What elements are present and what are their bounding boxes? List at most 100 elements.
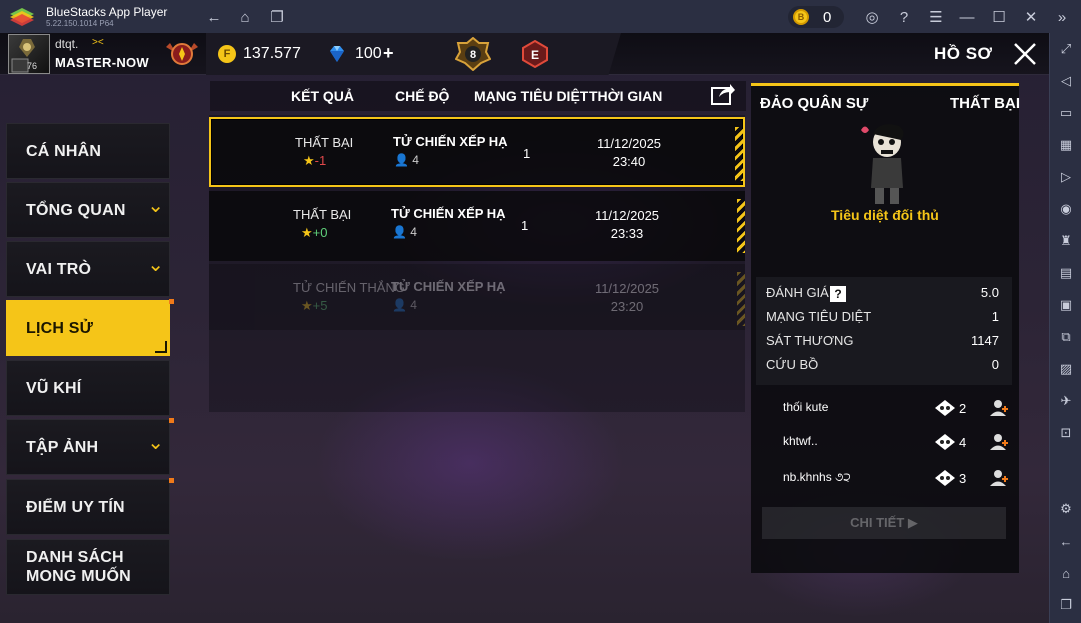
row-result: TỬ CHIẾN THẮNG (293, 280, 405, 295)
stat-value: 5.0 (980, 285, 999, 300)
notification-dot (169, 418, 174, 423)
player-name: dtqt. (55, 37, 79, 51)
minimize-icon[interactable]: — (956, 6, 978, 28)
nav-item-label: ĐIỂM UY TÍN (26, 498, 125, 516)
rating-help-icon[interactable]: ? (830, 286, 846, 302)
apk-install-icon[interactable]: ▤ (1055, 262, 1077, 284)
nav-item[interactable]: TẬP ẢNH ⌄ (6, 418, 174, 475)
close-icon[interactable] (1012, 41, 1038, 67)
active-corner-marker (155, 341, 167, 353)
help-icon[interactable]: ? (893, 6, 915, 28)
row-result: THẤT BẠI (295, 135, 354, 150)
buy-diamond-button[interactable]: + (383, 43, 394, 64)
elite-badge-icon[interactable]: E (522, 40, 548, 68)
collapse-sidebar-icon[interactable]: » (1051, 6, 1073, 28)
record-icon[interactable]: ◉ (1055, 198, 1077, 220)
nav-item-label: TẬP ẢNH (26, 438, 99, 456)
nav-item[interactable]: VŨ KHÍ (6, 360, 170, 416)
diamond-amount: 100 (355, 45, 382, 62)
nav-item-label: TỔNG QUAN (26, 201, 126, 219)
stat-value: 1147 (971, 333, 999, 348)
row-points-value: +5 (312, 298, 328, 313)
table-row[interactable]: THẤT BẠI ★+0 TỬ CHIẾN XẾP HẠ 👤 4 1 11/12/2025… (209, 191, 745, 261)
add-friend-icon[interactable] (989, 398, 1009, 418)
multi-window-icon[interactable]: ❐ (266, 6, 288, 28)
sidebar-back-icon[interactable]: ← (1055, 530, 1077, 552)
diamond-icon (330, 46, 344, 62)
nav-item[interactable]: LỊCH SỬ (6, 299, 174, 356)
row-points: ★-1 (303, 153, 326, 169)
nav-item-label: LỊCH SỬ (26, 319, 94, 337)
squad-member-kills: 4 (959, 435, 967, 450)
row-points: ★+0 (301, 225, 327, 241)
shake-icon[interactable]: ▭ (1055, 102, 1077, 124)
nav-item-label: VŨ KHÍ (26, 379, 82, 397)
squad-member: khtwf.. 4 (751, 425, 1019, 459)
table-row[interactable]: THẤT BẠI ★-1 TỬ CHIẾN XẾP HẠ 👤 4 1 11/12/2025… (209, 117, 745, 187)
nav-item[interactable]: TỔNG QUAN ⌄ (6, 182, 170, 238)
sidebar-home-icon[interactable]: ⌂ (1055, 562, 1077, 584)
chevron-down-icon: ⌄ (147, 254, 164, 276)
fullscreen-icon[interactable]: ⤢ (1055, 38, 1077, 60)
squad-member: thối kute 2 (751, 391, 1019, 425)
stat-label: ĐÁNH GIÁ (766, 285, 829, 300)
detail-map-name: ĐẢO QUÂN SỰ (760, 95, 869, 112)
coin-count: 0 (823, 8, 832, 26)
account-icon[interactable]: ◎ (861, 6, 883, 28)
gamepad-icon[interactable]: ♜ (1055, 230, 1077, 252)
gold-amount: 137.577 (243, 45, 301, 62)
nav-item[interactable]: ĐIỂM UY TÍN (6, 478, 174, 535)
resize-icon[interactable]: ⧉ (1055, 326, 1077, 348)
recent-apps-icon[interactable]: ❐ (1055, 594, 1077, 616)
media-folder-icon[interactable]: ▨ (1055, 358, 1077, 380)
notification-dot (169, 478, 174, 483)
table-row[interactable]: TỬ CHIẾN THẮNG ★+5 TỬ CHIẾN XẾP HẠ 👤 4 11/12… (209, 264, 745, 330)
col-mode: CHẾ ĐỘ (395, 88, 450, 104)
chevron-down-icon: ⌄ (147, 195, 164, 217)
coin-icon: B (793, 9, 809, 25)
nav-item[interactable]: CÁ NHÂN (6, 123, 170, 179)
player-rank-title: MASTER-NOW (55, 55, 149, 70)
macro-icon[interactable]: ▷ (1055, 166, 1077, 188)
close-window-icon[interactable]: ✕ (1020, 6, 1042, 28)
screenshot-icon[interactable]: ▣ (1055, 294, 1077, 316)
volume-icon[interactable]: ◁ (1055, 70, 1077, 92)
multi-instance-icon[interactable]: ⊡ (1055, 422, 1077, 444)
star-icon: ★ (301, 298, 313, 313)
coin-balance[interactable]: B 0 (788, 6, 844, 28)
row-stripe (737, 272, 745, 326)
col-time: THỜI GIAN (589, 88, 663, 104)
squad-member: nb.khnhs ૭੨ 3 (751, 461, 1019, 495)
row-date: 11/12/2025 (594, 281, 660, 296)
history-table-header: KẾT QUẢ CHẾ ĐỘ MẠNG TIÊU DIỆT THỜI GIAN (210, 81, 746, 111)
rank-emblem-icon[interactable] (164, 39, 200, 69)
player-tag: >< (92, 37, 104, 48)
maximize-icon[interactable]: ☐ (988, 6, 1010, 28)
add-friend-icon[interactable] (989, 432, 1009, 452)
character-figure-icon (861, 124, 904, 204)
person-icon: 👤 (394, 153, 409, 167)
stat-label: MẠNG TIÊU DIỆT (766, 309, 872, 324)
booyah-pass-badge-icon[interactable]: 8 (455, 37, 491, 71)
row-points: ★+5 (301, 298, 327, 314)
home-icon[interactable]: ⌂ (234, 6, 256, 28)
back-arrow-icon[interactable]: ← (203, 6, 225, 28)
game-viewport: 76 dtqt. >< MASTER-NOW F 137.577 100 + 8… (0, 33, 1049, 623)
skull-kill-icon (935, 470, 955, 486)
add-friend-icon[interactable] (989, 468, 1009, 488)
row-date: 11/12/2025 (596, 136, 662, 151)
row-squad-size: 4 (410, 298, 417, 312)
nav-item-label: DANH SÁCH MONG MUỐN (26, 549, 131, 585)
squad-member-name: thối kute (783, 400, 829, 414)
nav-item[interactable]: VAI TRÒ ⌄ (6, 241, 170, 297)
menu-icon[interactable]: ☰ (925, 6, 947, 28)
row-mode: TỬ CHIẾN XẾP HẠ (391, 206, 506, 221)
window-titlebar: BlueStacks App Player 5.22.150.1014 P64 … (0, 0, 1081, 33)
stat-value: 1 (991, 309, 999, 324)
keyboard-icon[interactable]: ▦ (1055, 134, 1077, 156)
nav-item[interactable]: DANH SÁCH MONG MUỐN (6, 539, 170, 595)
airplane-icon[interactable]: ✈ (1055, 390, 1077, 412)
settings-icon[interactable]: ⚙ (1055, 498, 1077, 520)
details-button[interactable]: CHI TIẾT ▶ (762, 507, 1006, 539)
share-icon[interactable] (710, 82, 736, 106)
